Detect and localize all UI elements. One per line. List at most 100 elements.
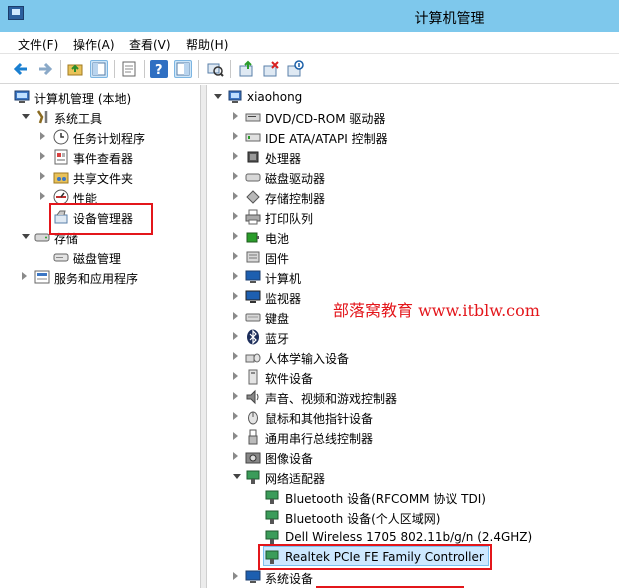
collapsed-arrow-icon[interactable] [233,252,238,260]
expanded-arrow-icon[interactable] [22,234,30,239]
collapsed-arrow-icon[interactable] [40,172,45,180]
device-category-label: 监视器 [265,292,302,306]
tree-node-event-viewer[interactable]: 事件查看器 [0,147,200,167]
tree-node-shared-folders[interactable]: 共享文件夹 [0,167,200,187]
tree-label-services-apps: 服务和应用程序 [54,272,139,286]
device-category-disk-drives[interactable]: 磁盘驱动器 [207,167,607,187]
device-category-mice[interactable]: 鼠标和其他指针设备 [207,407,607,427]
show-action-pane-icon[interactable] [174,60,192,78]
disk-drive-icon [245,169,261,185]
properties-icon[interactable] [120,60,138,78]
collapsed-arrow-icon[interactable] [233,312,238,320]
collapsed-arrow-icon[interactable] [233,172,238,180]
device-item-bluetooth-rfcomm[interactable]: Bluetooth 设备(RFCOMM 协议 TDI) [207,487,607,507]
device-category-label: 磁盘驱动器 [265,172,326,186]
mouse-icon [245,409,261,425]
device-category-battery[interactable]: 电池 [207,227,607,247]
menu-help[interactable]: 帮助(H) [186,36,228,53]
collapsed-arrow-icon[interactable] [233,452,238,460]
menu-view[interactable]: 查看(V) [129,36,171,53]
device-category-label: 打印队列 [265,212,314,226]
system-device-icon [245,569,261,585]
software-device-icon [245,369,261,385]
device-category-system-devices[interactable]: 系统设备 [207,567,607,587]
collapsed-arrow-icon[interactable] [233,212,238,220]
realtek-highlight-box [258,544,492,570]
device-category-storage-controllers[interactable]: 存储控制器 [207,187,607,207]
collapsed-arrow-icon[interactable] [233,192,238,200]
update-driver-icon[interactable] [238,60,256,78]
tree-node-system-tools[interactable]: 系统工具 [0,107,200,127]
device-category-firmware[interactable]: 固件 [207,247,607,267]
device-category-sound[interactable]: 声音、视频和游戏控制器 [207,387,607,407]
collapsed-arrow-icon[interactable] [40,152,45,160]
uninstall-device-icon[interactable] [262,60,280,78]
device-item-label: Bluetooth 设备(RFCOMM 协议 TDI) [285,492,486,506]
device-category-dvd[interactable]: DVD/CD-ROM 驱动器 [207,107,607,127]
device-category-processor[interactable]: 处理器 [207,147,607,167]
tree-node-services-apps[interactable]: 服务和应用程序 [0,267,200,287]
expanded-arrow-icon[interactable] [214,94,222,99]
menu-file[interactable]: 文件(F) [18,36,58,53]
back-icon[interactable] [12,60,30,78]
watermark-text: 部落窝教育 www.itblw.com [333,301,540,320]
collapsed-arrow-icon[interactable] [233,432,238,440]
tree-node-disk-management[interactable]: 磁盘管理 [0,247,200,267]
device-category-hid[interactable]: 人体学输入设备 [207,347,607,367]
device-category-label: IDE ATA/ATAPI 控制器 [265,132,388,146]
collapsed-arrow-icon[interactable] [233,572,238,580]
battery-icon [245,229,261,245]
device-category-bluetooth[interactable]: 蓝牙 [207,327,607,347]
device-manager-highlight-box [49,203,153,235]
disable-device-icon[interactable] [286,60,304,78]
device-category-imaging[interactable]: 图像设备 [207,447,607,467]
collapsed-arrow-icon[interactable] [233,132,238,140]
collapsed-arrow-icon[interactable] [233,292,238,300]
monitor-icon [245,289,261,305]
collapsed-arrow-icon[interactable] [233,232,238,240]
collapsed-arrow-icon[interactable] [233,352,238,360]
services-apps-icon [34,269,50,285]
device-tree-pane: xiaohong DVD/CD-ROM 驱动器 IDE ATA/ATAPI 控制… [207,85,619,588]
tree-label-shared-folders: 共享文件夹 [73,172,134,186]
collapsed-arrow-icon[interactable] [40,132,45,140]
device-category-software-devices[interactable]: 软件设备 [207,367,607,387]
storage-icon [34,229,50,245]
collapsed-arrow-icon[interactable] [40,192,45,200]
collapsed-arrow-icon[interactable] [233,412,238,420]
device-category-label: 网络适配器 [265,472,326,486]
expanded-arrow-icon[interactable] [233,474,241,479]
window-title: 计算机管理 [414,11,485,27]
device-item-bluetooth-pan[interactable]: Bluetooth 设备(个人区域网) [207,507,607,527]
tree-node-task-scheduler[interactable]: 任务计划程序 [0,127,200,147]
ide-controller-icon [245,129,261,145]
title-bar: 计算机管理 [0,0,619,32]
collapsed-arrow-icon[interactable] [233,152,238,160]
expanded-arrow-icon[interactable] [22,114,30,119]
device-category-network-adapters[interactable]: 网络适配器 [207,467,607,487]
speaker-icon [245,389,261,405]
up-folder-icon[interactable] [66,60,84,78]
device-category-ide[interactable]: IDE ATA/ATAPI 控制器 [207,127,607,147]
tree-label-system-tools: 系统工具 [54,112,103,126]
scan-hardware-icon[interactable] [206,60,224,78]
collapsed-arrow-icon[interactable] [233,112,238,120]
collapsed-arrow-icon[interactable] [233,372,238,380]
device-category-usb[interactable]: 通用串行总线控制器 [207,427,607,447]
device-item-label: Dell Wireless 1705 802.11b/g/n (2.4GHZ) [285,530,533,544]
device-category-label: 处理器 [265,152,302,166]
collapsed-arrow-icon[interactable] [233,332,238,340]
device-category-print-queues[interactable]: 打印队列 [207,207,607,227]
collapsed-arrow-icon[interactable] [233,392,238,400]
device-tree-root[interactable]: xiaohong [207,87,607,107]
help-icon[interactable]: ? [150,60,168,78]
menu-action[interactable]: 操作(A) [73,36,115,53]
device-category-label: 图像设备 [265,452,314,466]
tree-node-root[interactable]: 计算机管理 (本地) [0,87,200,107]
show-hide-tree-icon[interactable] [90,60,108,78]
collapsed-arrow-icon[interactable] [22,272,27,280]
device-category-computer[interactable]: 计算机 [207,267,607,287]
collapsed-arrow-icon[interactable] [233,272,238,280]
forward-icon[interactable] [36,60,54,78]
camera-icon [245,449,261,465]
